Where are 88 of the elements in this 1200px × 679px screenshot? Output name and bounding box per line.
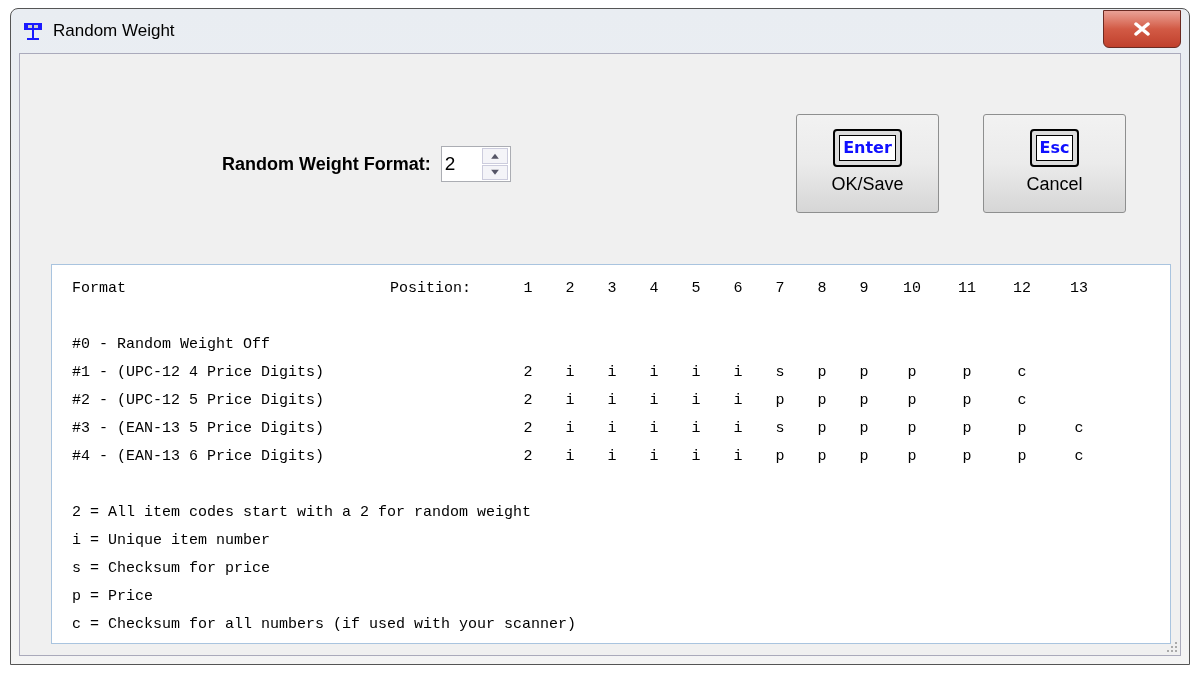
digit-code: p [858,390,870,411]
key-cap-icon: Enter [833,129,902,167]
digit-code: p [774,390,786,411]
legend-line: p = Price [72,587,153,607]
digit-code: c [1073,418,1085,439]
position-number: 6 [732,278,744,299]
digit-code: p [906,390,918,411]
window-title: Random Weight [53,20,175,43]
position-number: 7 [774,278,786,299]
digit-code: i [564,390,576,411]
digit-code: p [858,418,870,439]
legend-line: s = Checksum for price [72,559,271,579]
digit-code: p [906,446,918,467]
digit-code: p [961,418,973,439]
digit-code: i [606,418,618,439]
column-header: Format [72,278,126,299]
spin-down-icon[interactable] [481,164,508,180]
position-number: 4 [648,278,660,299]
digit-code: i [690,418,702,439]
digit-code: p [816,418,828,439]
digit-code: s [774,418,786,439]
digit-code: p [961,362,973,383]
digit-code: p [961,390,973,411]
digit-code: p [858,446,870,467]
format-label: Random Weight Format: [222,152,431,176]
position-number: 8 [816,278,828,299]
key-button[interactable]: Enter OK/Save [796,114,939,213]
spin-up-icon[interactable] [481,148,508,164]
position-number: 12 [1012,278,1032,299]
digit-code: i [648,390,660,411]
position-number: 3 [606,278,618,299]
position-number: 9 [858,278,870,299]
digit-code: c [1016,390,1028,411]
position-number: 13 [1069,278,1089,299]
close-button[interactable] [1103,10,1181,48]
format-name: #4 - (EAN-13 6 Price Digits) [72,446,326,467]
digit-code: c [1073,446,1085,467]
digit-code: p [1016,418,1028,439]
format-spinner[interactable]: 2 [440,146,511,182]
digit-code: i [732,446,744,467]
digit-code: 2 [522,362,534,383]
key-cap-icon: Esc [1029,129,1080,167]
format-name: #1 - (UPC-12 4 Price Digits) [72,362,326,383]
digit-code: i [690,362,702,383]
position-number: 11 [957,278,977,299]
key-button[interactable]: Esc Cancel [983,114,1126,213]
digit-code: i [732,390,744,411]
digit-code: p [816,362,828,383]
digit-code: 2 [522,418,534,439]
digit-code: i [606,362,618,383]
legend-line: i = Unique item number [72,531,271,551]
digit-code: i [732,362,744,383]
digit-code: i [606,390,618,411]
digit-code: i [732,418,744,439]
position-number: 2 [564,278,576,299]
digit-code: s [774,362,786,383]
digit-code: i [648,418,660,439]
column-header: Position: [390,278,471,299]
digit-code: i [564,446,576,467]
digit-code: i [606,446,618,467]
digit-code: c [1016,362,1028,383]
digit-code: p [858,362,870,383]
digit-code: 2 [522,446,534,467]
digit-code: i [690,390,702,411]
legend-line: c = Checksum for all numbers (if used with your scanner) [72,615,577,635]
format-name: #3 - (EAN-13 5 Price Digits) [72,418,326,439]
digit-code: i [564,362,576,383]
position-number: 10 [902,278,922,299]
digit-code: p [961,446,973,467]
digit-code: p [906,362,918,383]
digit-code: i [648,446,660,467]
digit-code: i [564,418,576,439]
legend-line: 2 = All item codes start with a 2 for random weight [72,503,532,523]
digit-code: i [690,446,702,467]
monitor-icon [23,21,43,41]
digit-code: 2 [522,390,534,411]
format-name: #2 - (UPC-12 5 Price Digits) [72,390,326,411]
digit-code: p [816,390,828,411]
digit-code: p [774,446,786,467]
resize-grip-icon[interactable] [1166,641,1178,653]
digit-code: p [906,418,918,439]
digit-code: p [816,446,828,467]
position-number: 5 [690,278,702,299]
digit-code: i [648,362,660,383]
digit-code: p [1016,446,1028,467]
close-icon [1133,22,1151,36]
format-name: #0 - Random Weight Off [72,334,272,355]
position-number: 1 [522,278,534,299]
